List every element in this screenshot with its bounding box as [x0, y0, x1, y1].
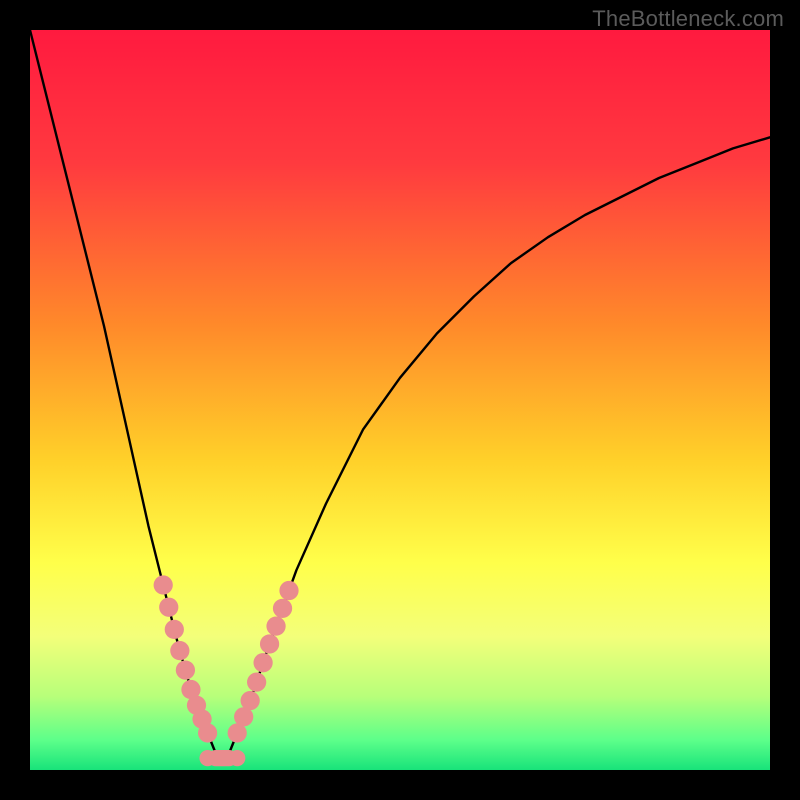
bottleneck-curve — [30, 30, 770, 759]
watermark-text: TheBottleneck.com — [592, 6, 784, 32]
marker-dot — [159, 598, 178, 617]
curve-svg — [30, 30, 770, 770]
marker-dot — [170, 641, 189, 660]
left-branch-markers — [154, 575, 218, 742]
marker-dot — [247, 673, 266, 692]
marker-dot — [273, 599, 292, 618]
right-branch-markers — [228, 581, 299, 743]
marker-dot — [241, 691, 260, 710]
chart-frame: TheBottleneck.com — [0, 0, 800, 800]
marker-dot — [279, 581, 298, 600]
marker-dot — [176, 660, 195, 679]
plot-area — [30, 30, 770, 770]
marker-dot — [154, 575, 173, 594]
marker-dot — [253, 653, 272, 672]
marker-dot — [260, 634, 279, 653]
valley-bar-cap — [229, 750, 245, 766]
marker-dot — [266, 617, 285, 636]
marker-dot — [165, 620, 184, 639]
valley-bar-cap — [199, 750, 215, 766]
marker-dot — [198, 723, 217, 742]
